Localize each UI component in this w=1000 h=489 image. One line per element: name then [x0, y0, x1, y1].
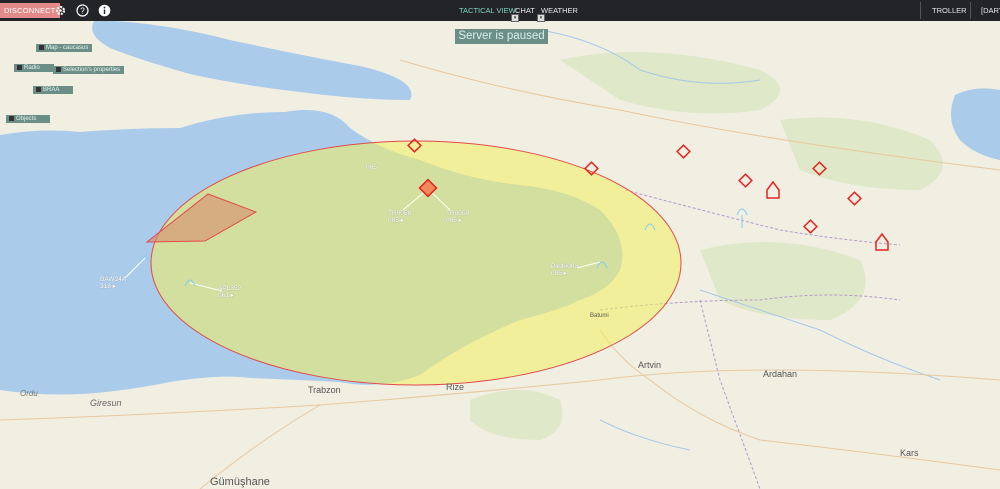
tab-chat-toggle-icon[interactable]: ▾ [511, 14, 519, 22]
place-label: Ordu [20, 389, 38, 398]
panel-label: Radio [24, 65, 40, 71]
collapse-icon [9, 115, 14, 121]
unit-label[interactable]: AAL352 061 ▸ [218, 285, 241, 299]
top-toolbar: DISCONNECT ? TACTICAL VIEW CHAT ▾ WEATHE… [0, 0, 1000, 22]
place-label: Kars [900, 448, 919, 458]
help-icon[interactable]: ? [76, 4, 89, 17]
toolbar-divider [920, 2, 921, 19]
unit-label[interactable]: TR0059 005 ▸ [446, 210, 469, 224]
collapse-icon [39, 44, 44, 50]
info-icon[interactable] [98, 4, 111, 17]
unit-label[interactable]: Pilot#003 005 ▸ [551, 263, 578, 277]
place-label: Gümüşhane [210, 476, 270, 488]
place-label: Batumi [590, 313, 609, 319]
collapse-icon [36, 86, 41, 92]
place-label: Rize [446, 382, 464, 392]
disconnect-button[interactable]: DISCONNECT [0, 3, 60, 18]
panel-toggle-braa[interactable]: BRAA [33, 86, 74, 94]
panel-label: Selection's properties [63, 67, 121, 73]
tactical-map[interactable]: Giresun Trabzon Rize Artvin Ardahan Kars… [0, 0, 1000, 489]
collapse-icon [56, 66, 61, 72]
gear-icon[interactable] [54, 4, 67, 17]
tab-tactical-view[interactable]: TACTICAL VIEW [459, 6, 516, 15]
toolbar-divider [970, 2, 971, 19]
collapse-icon [17, 64, 22, 70]
unit-label[interactable]: 005 [366, 164, 377, 171]
place-label: Trabzon [308, 385, 341, 395]
panel-toggle-selection-properties[interactable]: Selection's properties [53, 66, 125, 74]
place-label: Ardahan [763, 369, 797, 379]
user-name[interactable]: TROLLER [932, 6, 967, 15]
panel-toggle-radio[interactable]: Radio [14, 64, 54, 72]
sam-range-circle [150, 140, 682, 386]
server-status-banner: Server is paused [455, 29, 548, 44]
unit-label[interactable]: TR0058 005 ▸ [388, 210, 411, 224]
tab-weather[interactable]: WEATHER [541, 6, 578, 15]
place-label: Artvin [638, 360, 661, 370]
panel-label: BRAA [43, 87, 60, 93]
unit-label[interactable]: BAW24A 318 ▸ [100, 276, 126, 290]
panel-toggle-map[interactable]: Map - caucasus [36, 44, 93, 52]
panel-label: Map - caucasus [46, 45, 89, 51]
tab-weather-toggle-icon[interactable]: ▾ [537, 14, 545, 22]
place-label: Giresun [90, 398, 122, 408]
svg-text:?: ? [80, 6, 85, 15]
panel-toggle-objects[interactable]: Objects [6, 115, 51, 123]
panel-label: Objects [16, 116, 37, 122]
coalition-label[interactable]: [DART [981, 6, 1000, 15]
